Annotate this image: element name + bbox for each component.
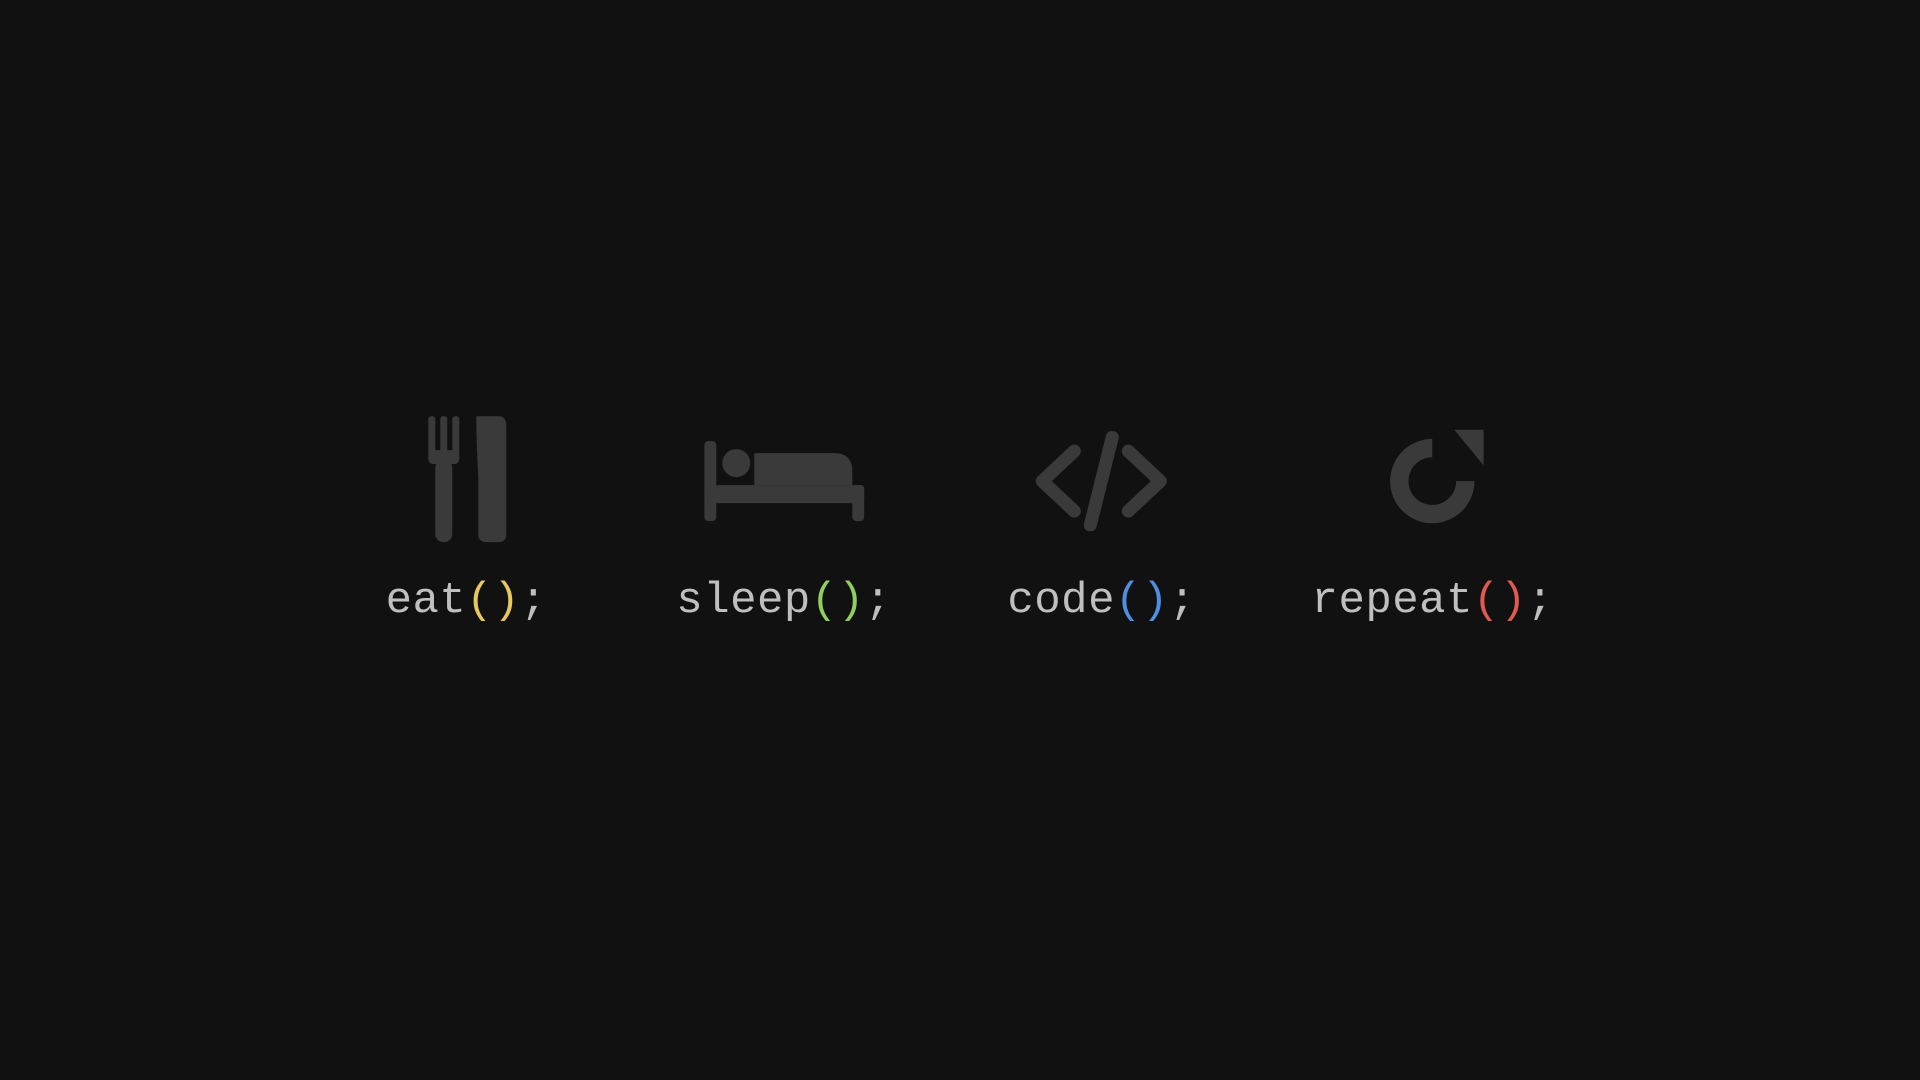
item-eat: eat(); [366, 416, 566, 626]
label-sleep: sleep(); [676, 576, 891, 626]
refresh-icon [1333, 416, 1533, 546]
item-repeat: repeat(); [1312, 416, 1554, 626]
fn-name: code [1007, 576, 1115, 626]
fork-knife-icon [366, 416, 566, 546]
bed-icon [684, 416, 884, 546]
open-paren: ( [466, 576, 493, 626]
semicolon: ; [1169, 576, 1196, 626]
fn-name: repeat [1312, 576, 1473, 626]
semicolon: ; [1527, 576, 1554, 626]
wallpaper-row: eat(); sleep(); [366, 416, 1553, 626]
label-repeat: repeat(); [1312, 576, 1554, 626]
close-paren: ) [1500, 576, 1527, 626]
open-paren: ( [1473, 576, 1500, 626]
close-paren: ) [838, 576, 865, 626]
open-paren: ( [811, 576, 838, 626]
code-icon [1002, 416, 1202, 546]
fn-name: sleep [676, 576, 811, 626]
close-paren: ) [1142, 576, 1169, 626]
close-paren: ) [493, 576, 520, 626]
semicolon: ; [865, 576, 892, 626]
item-sleep: sleep(); [676, 416, 891, 626]
label-code: code(); [1007, 576, 1195, 626]
item-code: code(); [1002, 416, 1202, 626]
fn-name: eat [386, 576, 467, 626]
semicolon: ; [520, 576, 547, 626]
open-paren: ( [1115, 576, 1142, 626]
label-eat: eat(); [386, 576, 547, 626]
